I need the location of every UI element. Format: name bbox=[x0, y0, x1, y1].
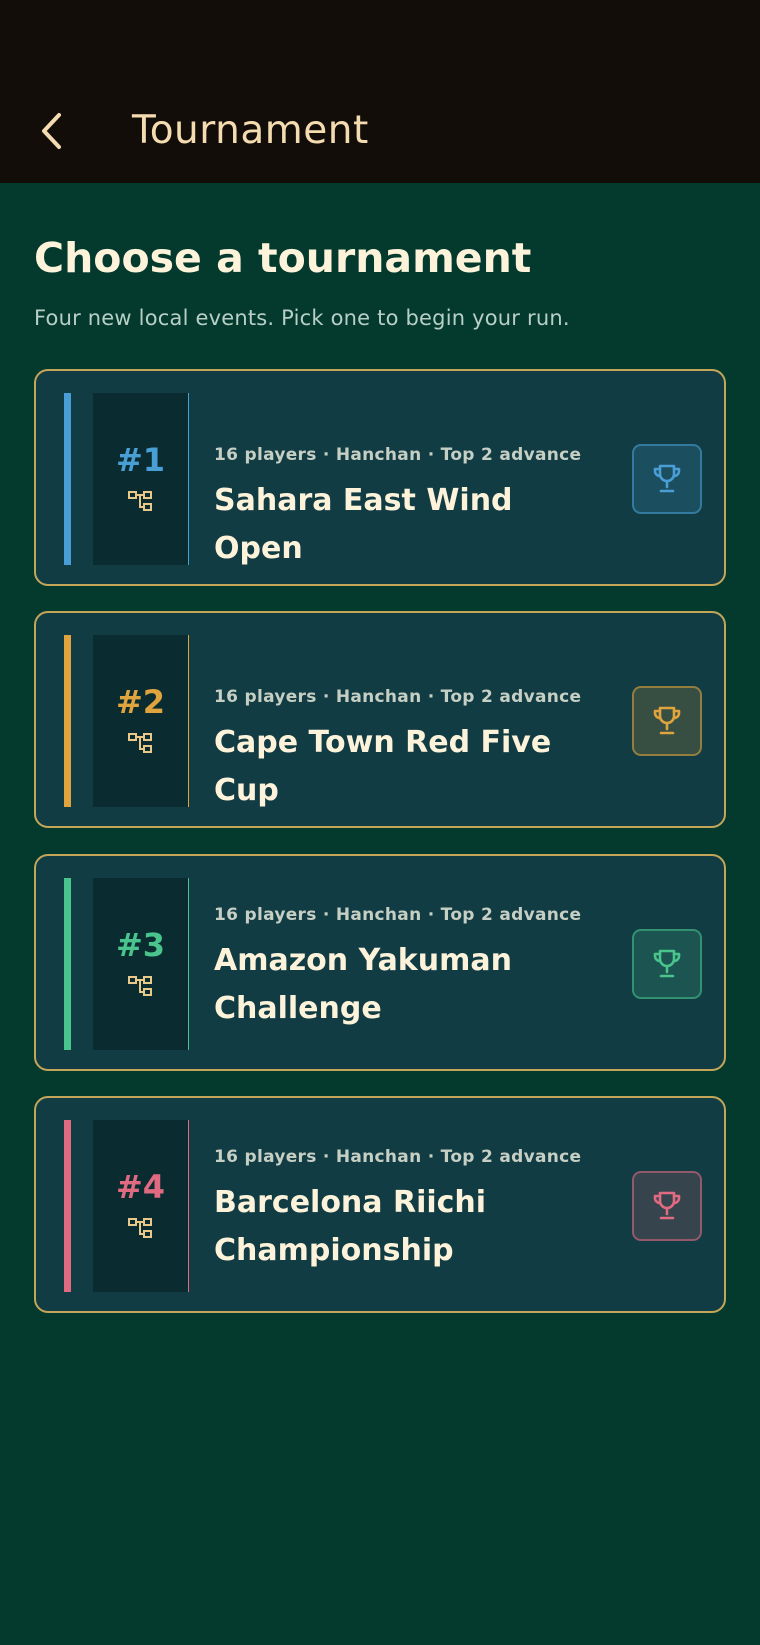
bracket-icon bbox=[127, 491, 152, 511]
trophy-icon bbox=[653, 464, 681, 493]
trophy-button[interactable] bbox=[632, 444, 702, 514]
rank-number: #4 bbox=[115, 1168, 166, 1206]
trophy-button[interactable] bbox=[632, 1171, 702, 1241]
page-heading: Choose a tournament bbox=[34, 234, 532, 282]
trophy-icon bbox=[653, 949, 681, 978]
tournament-name: Cape Town Red Five Cup bbox=[214, 725, 552, 808]
tournament-name: Barcelona Riichi Championship bbox=[214, 1185, 487, 1268]
trophy-button[interactable] bbox=[632, 929, 702, 999]
rank-number: #1 bbox=[115, 441, 166, 479]
tournament-meta: 16 players · Hanchan · Top 2 advance bbox=[214, 445, 582, 465]
bracket-icon bbox=[127, 733, 152, 753]
tournament-card-4[interactable]: #4 16 players · Hanchan · Top 2 advance … bbox=[34, 1096, 726, 1313]
trophy-button[interactable] bbox=[632, 686, 702, 756]
trophy-icon bbox=[653, 1191, 681, 1220]
card-accent-stripe bbox=[64, 878, 71, 1050]
rank-badge: #2 bbox=[93, 635, 189, 807]
tournament-meta: 16 players · Hanchan · Top 2 advance bbox=[214, 905, 582, 925]
top-app-bar: Tournament bbox=[0, 0, 760, 183]
rank-number: #2 bbox=[115, 683, 166, 721]
rank-number: #3 bbox=[115, 926, 166, 964]
rank-badge: #3 bbox=[93, 878, 189, 1050]
tournament-name: Amazon Yakuman Challenge bbox=[214, 943, 512, 1026]
bracket-icon bbox=[127, 976, 152, 996]
rank-badge: #4 bbox=[93, 1120, 189, 1292]
tournament-name: Sahara East Wind Open bbox=[214, 483, 513, 566]
trophy-icon bbox=[653, 706, 681, 735]
app-bar-title: Tournament bbox=[132, 108, 369, 153]
card-accent-stripe bbox=[64, 393, 71, 565]
card-accent-stripe bbox=[64, 635, 71, 807]
chevron-left-icon bbox=[42, 113, 61, 149]
tournament-meta: 16 players · Hanchan · Top 2 advance bbox=[214, 687, 582, 707]
bracket-icon bbox=[127, 1218, 152, 1238]
tournament-card-1[interactable]: #1 16 players · Hanchan · Top 2 advance … bbox=[34, 369, 726, 586]
tournament-meta: 16 players · Hanchan · Top 2 advance bbox=[214, 1147, 582, 1167]
tournament-card-2[interactable]: #2 16 players · Hanchan · Top 2 advance … bbox=[34, 611, 726, 828]
back-button[interactable] bbox=[30, 104, 74, 158]
card-accent-stripe bbox=[64, 1120, 71, 1292]
rank-badge: #1 bbox=[93, 393, 189, 565]
page-subheading: Four new local events. Pick one to begin… bbox=[34, 306, 570, 330]
tournament-card-3[interactable]: #3 16 players · Hanchan · Top 2 advance … bbox=[34, 854, 726, 1071]
